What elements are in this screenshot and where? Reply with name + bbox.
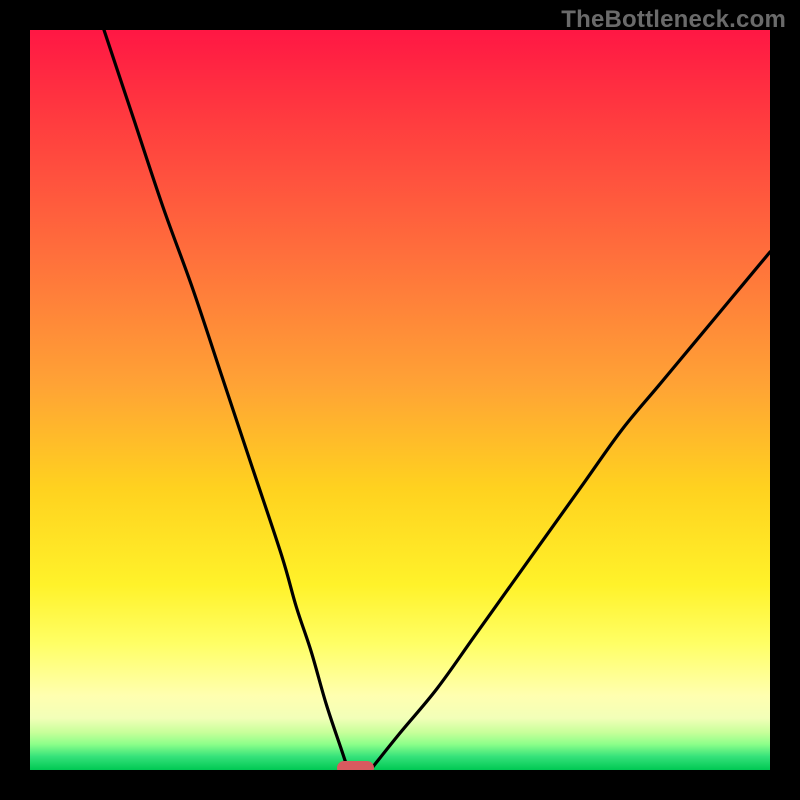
bottleneck-marker (337, 761, 374, 770)
plot-area (30, 30, 770, 770)
gradient-background (30, 30, 770, 770)
watermark-text: TheBottleneck.com (561, 6, 786, 34)
chart-frame: TheBottleneck.com (0, 0, 800, 800)
